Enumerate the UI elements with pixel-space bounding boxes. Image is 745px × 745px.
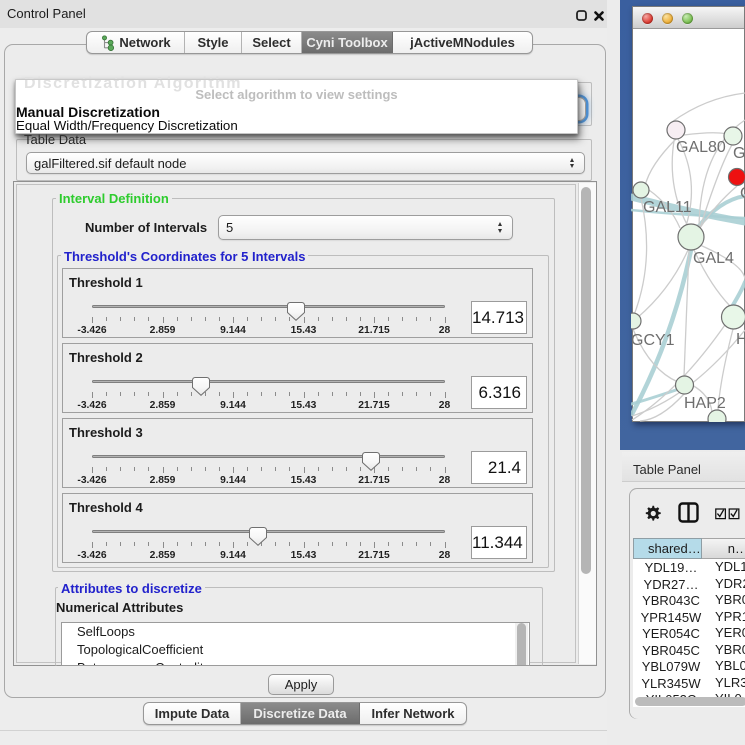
svg-text:GAL80: GAL80 bbox=[676, 139, 726, 156]
svg-text:C: C bbox=[740, 185, 745, 202]
svg-text:HAP2: HAP2 bbox=[684, 395, 726, 412]
svg-text:GCY1: GCY1 bbox=[631, 332, 675, 349]
svg-text:GAL11: GAL11 bbox=[643, 199, 692, 216]
svg-text:GA: GA bbox=[733, 145, 745, 162]
svg-text:GAL4: GAL4 bbox=[693, 250, 734, 267]
svg-text:H: H bbox=[736, 331, 745, 348]
